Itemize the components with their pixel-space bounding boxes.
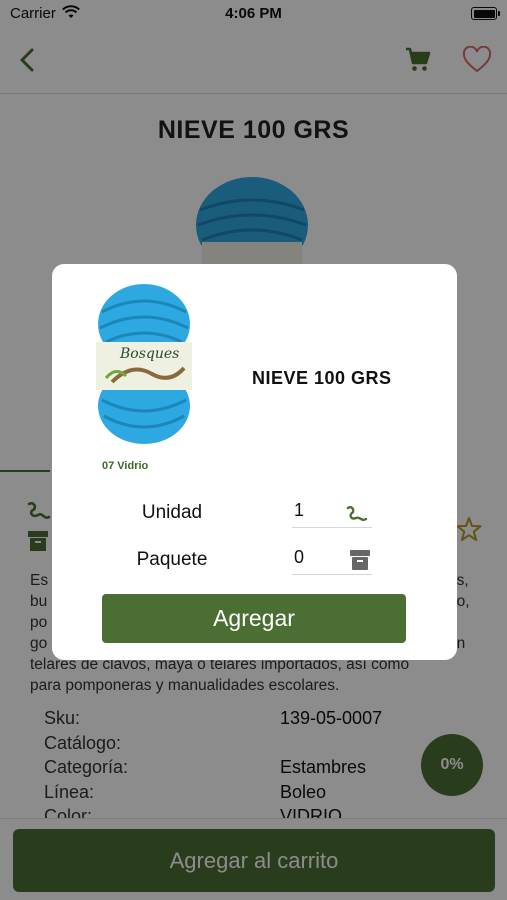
modal-title: NIEVE 100 GRS: [252, 368, 392, 388]
package-icon: [350, 550, 370, 570]
unit-label: Unidad: [141, 502, 203, 523]
yarn-brand: Bosques: [119, 346, 179, 362]
add-button[interactable]: Agregar: [102, 594, 406, 643]
unit-icon: [346, 506, 368, 522]
package-label: Paquete: [136, 549, 208, 570]
add-modal: Bosques 07 Vidrio NIEVE 100 GRS Unidad 1…: [52, 264, 457, 660]
yarn-color-caption: 07 Vidrio: [102, 460, 149, 472]
yarn-image: Bosques: [96, 284, 192, 444]
